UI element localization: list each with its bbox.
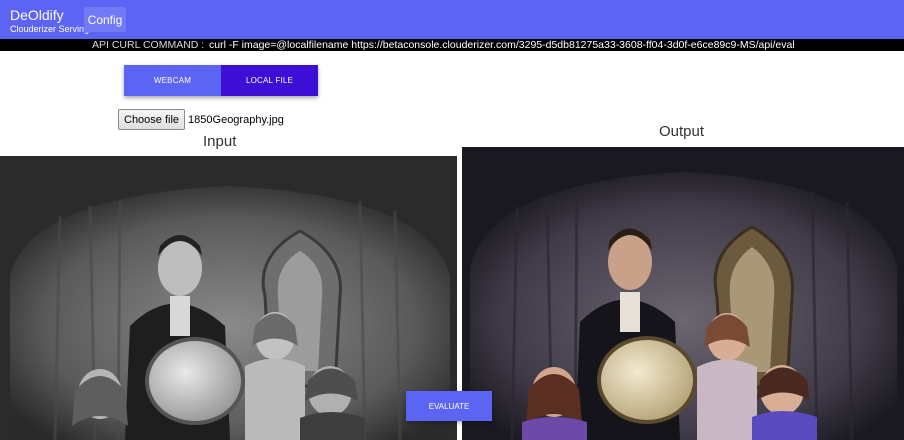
app-subtitle: Clouderizer Serving (10, 24, 90, 34)
selected-file-name: 1850Geography.jpg (188, 113, 284, 126)
output-heading: Output (659, 123, 705, 140)
choose-file-button[interactable]: Choose file (118, 109, 186, 130)
api-command-text: curl -F image=@localfilename https://bet… (209, 39, 795, 51)
tab-webcam[interactable]: WEBCAM (124, 65, 221, 96)
tab-local-file[interactable]: LOCAL FILE (221, 65, 318, 96)
app-header: DeOldify Clouderizer Serving Config (0, 0, 904, 39)
input-heading: Input (203, 133, 237, 150)
source-tabs: WEBCAM LOCAL FILE (124, 65, 318, 96)
input-image (0, 156, 457, 440)
app-title: DeOldify (10, 7, 64, 23)
config-button[interactable]: Config (84, 7, 126, 32)
api-command-bar: API CURL COMMAND : curl -F image=@localf… (0, 39, 904, 51)
file-picker: Choose file 1850Geography.jpg (118, 109, 284, 130)
output-image (462, 147, 904, 440)
api-command-label: API CURL COMMAND : (92, 39, 205, 51)
evaluate-button[interactable]: EVALUATE (406, 391, 492, 421)
